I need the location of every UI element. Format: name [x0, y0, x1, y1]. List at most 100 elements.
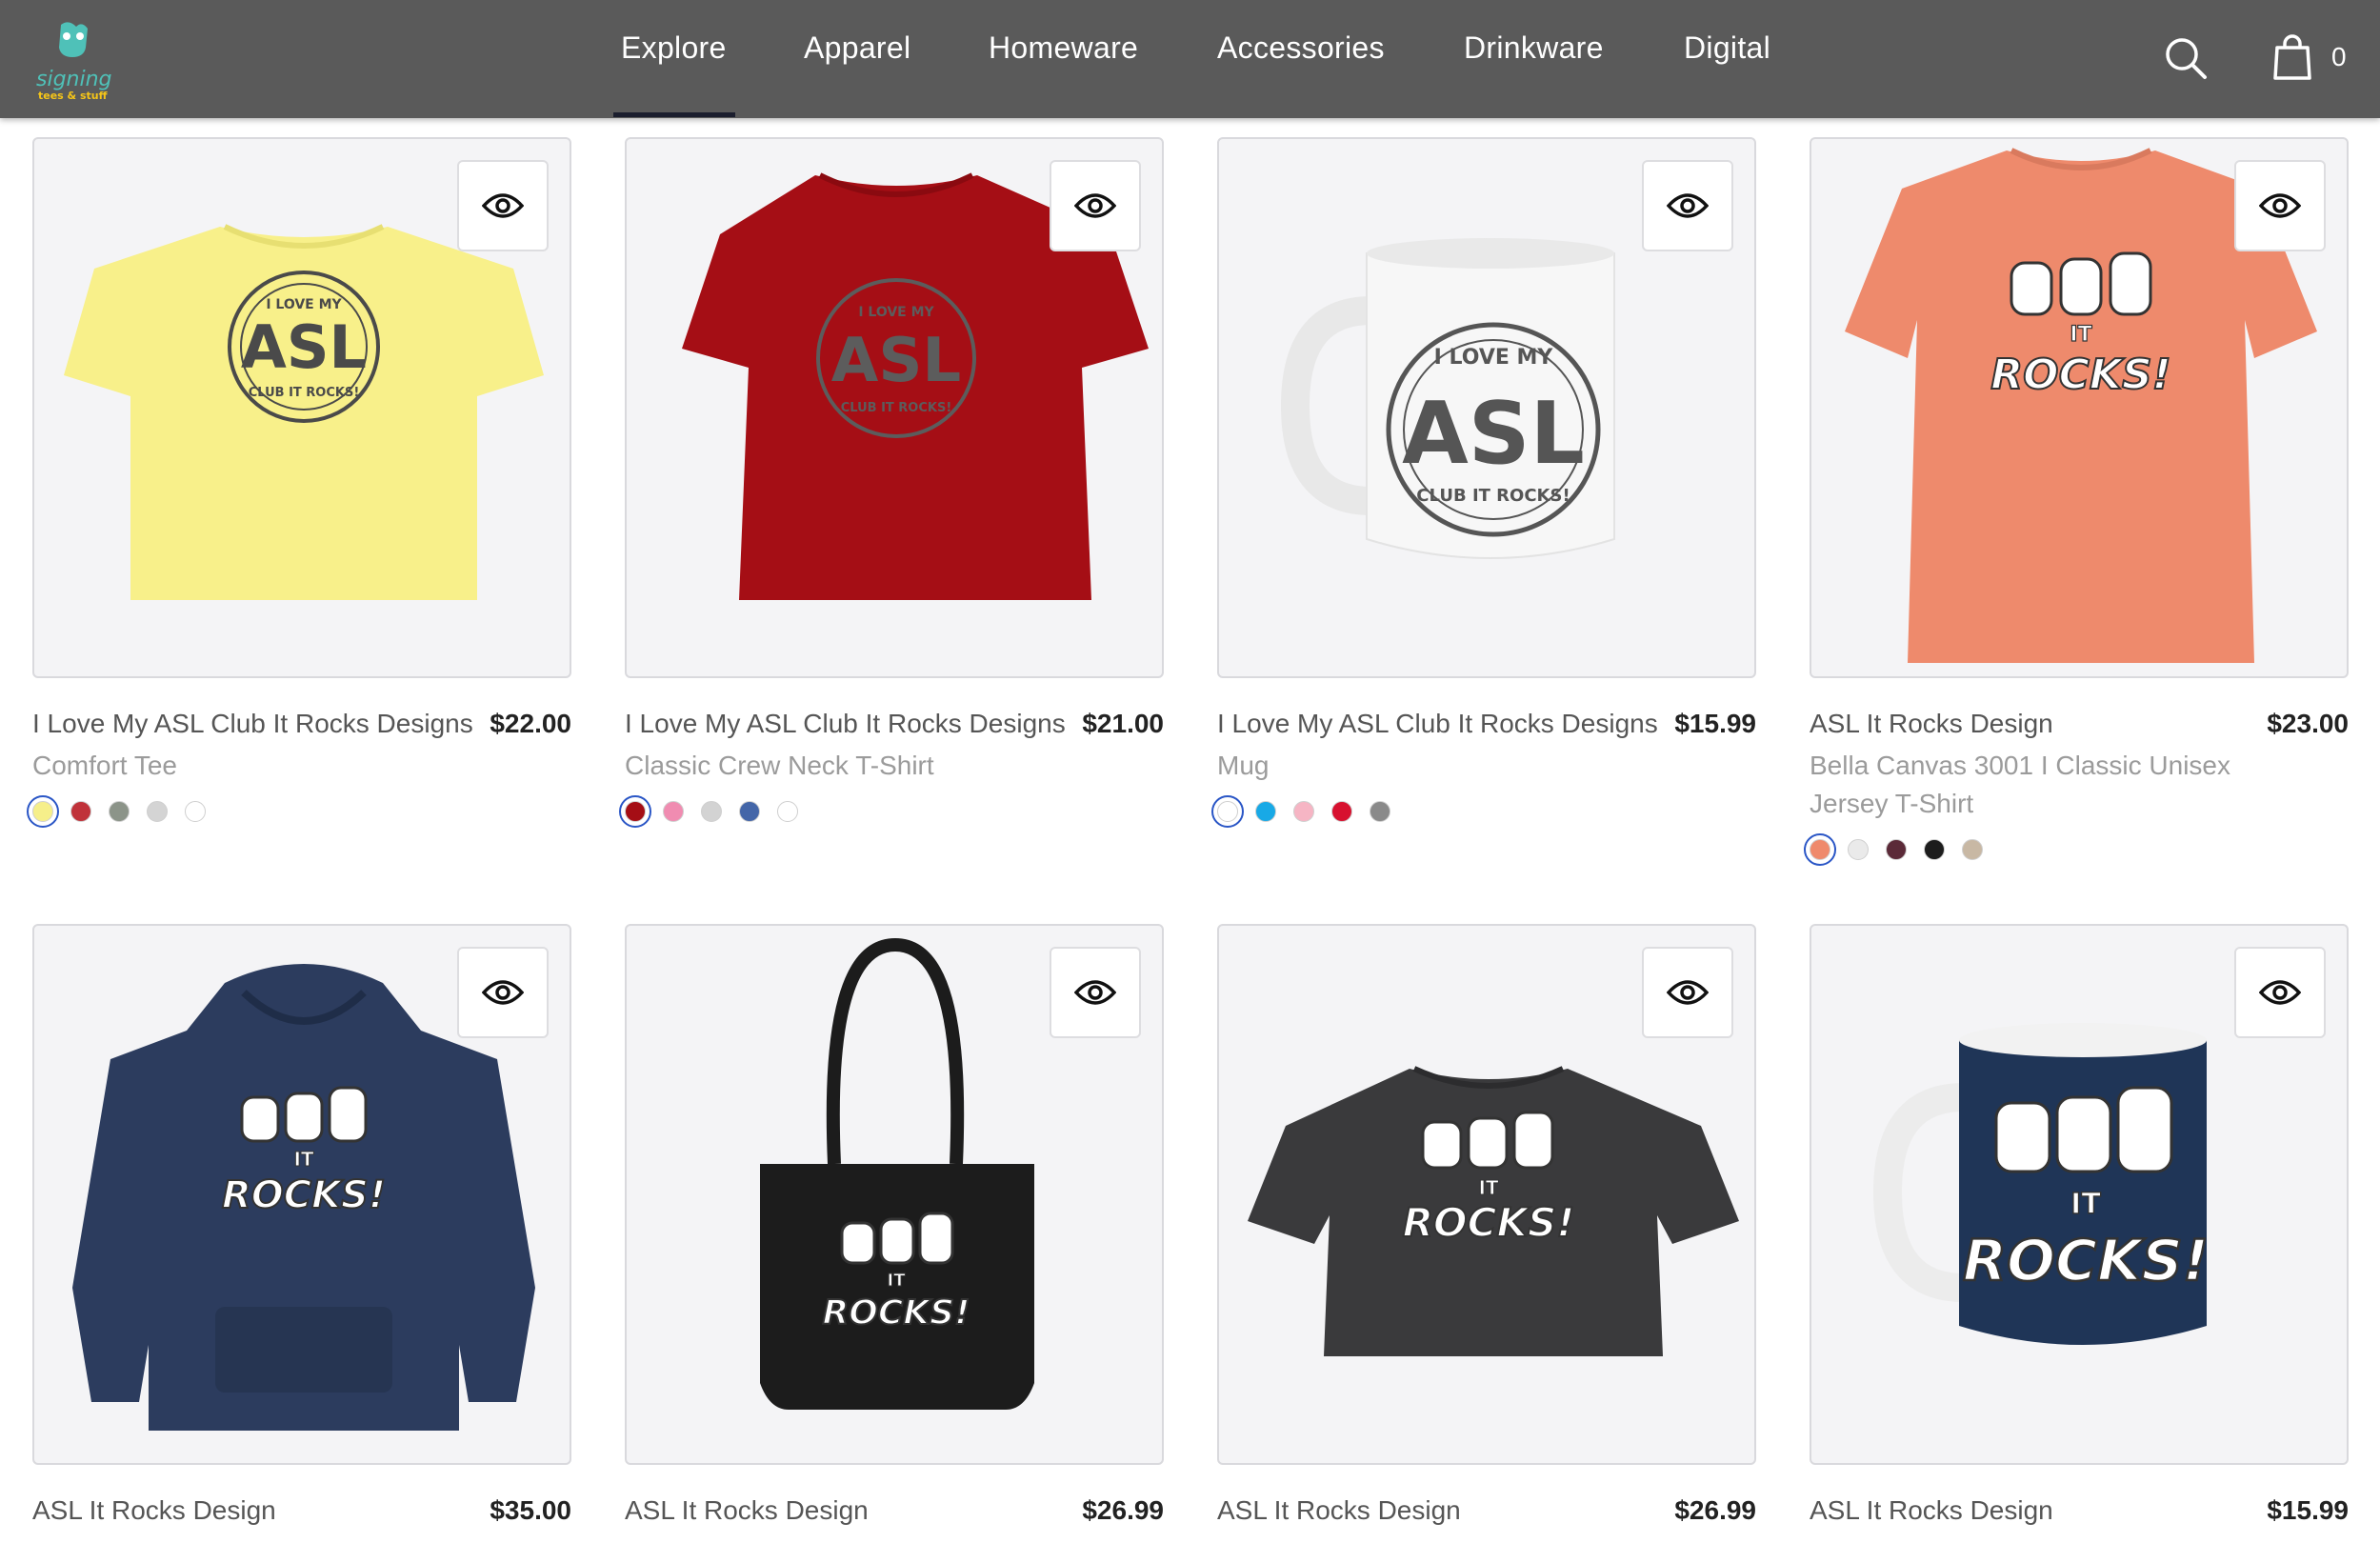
- nav-homeware[interactable]: Homeware: [989, 30, 1138, 66]
- shopping-bag-icon[interactable]: [2272, 34, 2312, 85]
- swatch-blue[interactable]: [739, 801, 760, 822]
- color-swatches: [619, 795, 815, 828]
- svg-text:CLUB IT ROCKS!: CLUB IT ROCKS!: [1416, 486, 1570, 506]
- product-title[interactable]: I Love My ASL Club It Rocks Designs: [625, 709, 1066, 739]
- svg-text:ROCKS!: ROCKS!: [823, 1293, 970, 1333]
- svg-text:ASL: ASL: [241, 312, 367, 382]
- product-image[interactable]: IT ROCKS!: [1810, 137, 2349, 678]
- main-nav: Explore Apparel Homeware Accessories Dri…: [0, 0, 2380, 118]
- svg-text:CLUB IT ROCKS!: CLUB IT ROCKS!: [249, 386, 360, 400]
- product-title[interactable]: ASL It Rocks Design: [1810, 709, 2053, 739]
- product-subtitle: Classic Crew Neck T-Shirt: [625, 751, 934, 780]
- product-card[interactable]: IT ROCKS! ASL It Rocks Design $15.99: [1810, 924, 2349, 1533]
- swatch-black[interactable]: [1924, 839, 1945, 860]
- swatch-white[interactable]: [1211, 795, 1244, 828]
- swatch-maroon[interactable]: [1886, 839, 1907, 860]
- svg-text:ROCKS!: ROCKS!: [1963, 1228, 2209, 1294]
- product-card[interactable]: IT ROCKS! ASL It Rocks Design $35.00: [32, 924, 571, 1533]
- nav-digital[interactable]: Digital: [1684, 30, 1770, 66]
- product-image[interactable]: IT ROCKS!: [625, 924, 1164, 1465]
- product-image[interactable]: IT ROCKS!: [1217, 924, 1756, 1465]
- product-price: $21.00: [1082, 709, 1164, 738]
- eye-icon: [1667, 980, 1709, 1005]
- swatch-sage[interactable]: [109, 801, 130, 822]
- swatch-salmon[interactable]: [1804, 833, 1836, 866]
- product-image[interactable]: IT ROCKS!: [1810, 924, 2349, 1465]
- product-price: $35.00: [490, 1495, 571, 1525]
- product-subtitle: Comfort Tee: [32, 751, 177, 780]
- product-price: $15.99: [1674, 709, 1756, 738]
- product-card[interactable]: IT ROCKS! ASL It Rocks Design $23.00 Bel…: [1804, 137, 2349, 880]
- color-swatches: [1804, 833, 2000, 866]
- swatch-yellow[interactable]: [27, 795, 59, 828]
- swatch-light-gray[interactable]: [701, 801, 722, 822]
- product-image[interactable]: IT ROCKS!: [32, 924, 571, 1465]
- quick-view-button[interactable]: [1050, 947, 1141, 1038]
- svg-text:ROCKS!: ROCKS!: [222, 1173, 386, 1217]
- swatch-pink[interactable]: [663, 801, 684, 822]
- eye-icon: [1074, 980, 1116, 1005]
- product-title[interactable]: ASL It Rocks Design: [32, 1495, 276, 1526]
- svg-text:IT: IT: [293, 1148, 313, 1171]
- quick-view-button[interactable]: [1642, 160, 1733, 251]
- nav-accessories[interactable]: Accessories: [1217, 30, 1385, 66]
- svg-text:IT: IT: [888, 1271, 907, 1291]
- swatch-red[interactable]: [70, 801, 91, 822]
- swatch-white[interactable]: [185, 801, 206, 822]
- svg-text:I LOVE MY: I LOVE MY: [266, 297, 342, 312]
- swatch-gray[interactable]: [1370, 801, 1390, 822]
- svg-text:I LOVE MY: I LOVE MY: [858, 305, 934, 320]
- product-card[interactable]: I LOVE MY ASL CLUB IT ROCKS! I Love My A…: [27, 137, 571, 842]
- color-swatches: [27, 795, 223, 828]
- product-price: $23.00: [2267, 709, 2349, 738]
- swatch-red[interactable]: [619, 795, 651, 828]
- product-title[interactable]: ASL It Rocks Design: [1810, 1495, 2053, 1526]
- color-swatches: [1211, 795, 1408, 828]
- active-nav-indicator: [613, 112, 735, 117]
- quick-view-button[interactable]: [457, 160, 549, 251]
- swatch-light-gray[interactable]: [147, 801, 168, 822]
- eye-icon: [1074, 193, 1116, 218]
- product-title[interactable]: ASL It Rocks Design: [625, 1495, 869, 1526]
- eye-icon: [2259, 980, 2301, 1005]
- swatch-tan[interactable]: [1962, 839, 1983, 860]
- product-image[interactable]: I LOVE MY ASL CLUB IT ROCKS!: [625, 137, 1164, 678]
- product-card[interactable]: I LOVE MY ASL CLUB IT ROCKS! I Love My A…: [619, 137, 1164, 842]
- product-card[interactable]: IT ROCKS! ASL It Rocks Design $26.99: [625, 924, 1164, 1533]
- product-card[interactable]: I LOVE MY ASL CLUB IT ROCKS! I Love My A…: [1211, 137, 1756, 842]
- product-subtitle: Bella Canvas 3001 I Classic Unisex Jerse…: [1810, 751, 2230, 818]
- swatch-cyan[interactable]: [1255, 801, 1276, 822]
- product-image[interactable]: I LOVE MY ASL CLUB IT ROCKS!: [1217, 137, 1756, 678]
- quick-view-button[interactable]: [2234, 947, 2326, 1038]
- quick-view-button[interactable]: [1642, 947, 1733, 1038]
- swatch-light-gray[interactable]: [1848, 839, 1869, 860]
- product-price: $15.99: [2267, 1495, 2349, 1525]
- nav-drinkware[interactable]: Drinkware: [1464, 30, 1604, 66]
- svg-text:CLUB IT ROCKS!: CLUB IT ROCKS!: [841, 401, 952, 415]
- product-title[interactable]: I Love My ASL Club It Rocks Designs: [1217, 709, 1658, 739]
- eye-icon: [2259, 193, 2301, 218]
- svg-text:ASL: ASL: [831, 326, 961, 396]
- site-header: signing tees & stuff Explore Apparel Hom…: [0, 0, 2380, 118]
- cart-count[interactable]: 0: [2331, 42, 2347, 72]
- svg-text:I LOVE MY: I LOVE MY: [1434, 346, 1554, 370]
- quick-view-button[interactable]: [1050, 160, 1141, 251]
- nav-explore[interactable]: Explore: [621, 30, 727, 66]
- eye-icon: [482, 980, 524, 1005]
- product-image[interactable]: I LOVE MY ASL CLUB IT ROCKS!: [32, 137, 571, 678]
- swatch-red[interactable]: [1331, 801, 1352, 822]
- quick-view-button[interactable]: [2234, 160, 2326, 251]
- svg-text:ROCKS!: ROCKS!: [1403, 1199, 1575, 1246]
- swatch-white[interactable]: [777, 801, 798, 822]
- product-card[interactable]: IT ROCKS! ASL It Rocks Design $26.99: [1217, 924, 1756, 1533]
- product-title[interactable]: I Love My ASL Club It Rocks Designs: [32, 709, 473, 739]
- quick-view-button[interactable]: [457, 947, 549, 1038]
- eye-icon: [482, 193, 524, 218]
- search-icon[interactable]: [2164, 36, 2208, 85]
- product-price: $22.00: [490, 709, 571, 738]
- nav-apparel[interactable]: Apparel: [804, 30, 910, 66]
- product-title[interactable]: ASL It Rocks Design: [1217, 1495, 1461, 1526]
- product-price: $26.99: [1082, 1495, 1164, 1525]
- swatch-pink[interactable]: [1293, 801, 1314, 822]
- svg-text:ROCKS!: ROCKS!: [1990, 351, 2170, 399]
